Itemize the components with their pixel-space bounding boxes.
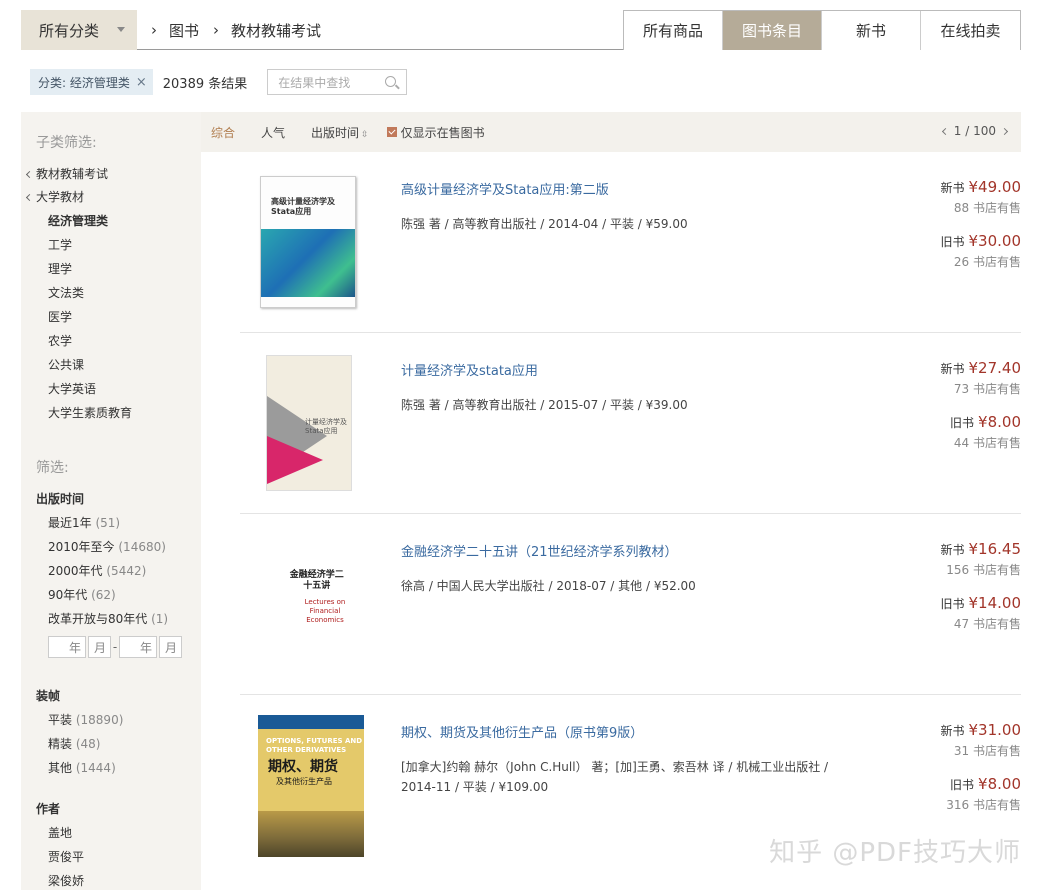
category-select[interactable]: 所有分类 bbox=[21, 10, 137, 50]
page-indicator: 1 / 100 bbox=[953, 124, 996, 138]
book-cover[interactable]: 高级计量经济学及Stata应用 bbox=[260, 176, 356, 308]
result-count: 20389 条结果 bbox=[162, 76, 248, 92]
used-price-block[interactable]: 旧书 ¥8.00 44 书店有售 bbox=[950, 413, 1021, 451]
checkbox-checked-icon bbox=[386, 127, 397, 137]
binding-option[interactable]: 精装 (48) bbox=[48, 735, 100, 752]
pager: 1 / 100 bbox=[937, 124, 1013, 138]
active-filter-row: 分类: 经济管理类 × 20389 条结果 在结果中查找 bbox=[30, 69, 408, 95]
sidebar-item-medicine[interactable]: 医学 bbox=[48, 308, 72, 325]
sort-popularity[interactable]: 人气 bbox=[261, 124, 285, 141]
used-price-block[interactable]: 旧书 ¥8.00 316 书店有售 bbox=[946, 775, 1021, 813]
close-icon[interactable]: × bbox=[136, 75, 147, 90]
end-month-input[interactable]: 月 bbox=[159, 636, 182, 658]
filter-chip[interactable]: 分类: 经济管理类 × bbox=[30, 69, 153, 95]
chevron-left-icon bbox=[25, 193, 34, 202]
used-price-block[interactable]: 旧书 ¥14.00 47 书店有售 bbox=[940, 594, 1021, 632]
start-month-input[interactable]: 月 bbox=[88, 636, 111, 658]
pub-time-group-title: 出版时间 bbox=[36, 492, 85, 506]
tab-all-goods[interactable]: 所有商品 bbox=[624, 11, 723, 50]
sort-bar: 综合 人气 出版时间 ⇳ 仅显示在售图书 1 / 100 bbox=[201, 112, 1021, 152]
chevron-right-icon: › bbox=[213, 21, 220, 39]
sidebar-item-engineering[interactable]: 工学 bbox=[48, 236, 72, 253]
book-meta: 陈强 著 / 高等教育出版社 / 2015-07 / 平装 / ¥39.00 bbox=[401, 398, 688, 412]
date-range-inputs: 年 月 - 年 月 bbox=[48, 636, 182, 658]
sidebar-item-agriculture[interactable]: 农学 bbox=[48, 332, 72, 349]
pub-time-option[interactable]: 最近1年 (51) bbox=[48, 514, 120, 531]
tab-book-entries[interactable]: 图书条目 bbox=[723, 11, 822, 50]
book-title-link[interactable]: 计量经济学及stata应用 bbox=[401, 360, 538, 379]
book-cover[interactable]: 计量经济学及Stata应用 bbox=[260, 355, 352, 491]
tab-online-auction[interactable]: 在线拍卖 bbox=[921, 11, 1020, 50]
chevron-right-icon: › bbox=[151, 21, 157, 39]
start-year-input[interactable]: 年 bbox=[48, 636, 86, 658]
product-item: 金融经济学二十五讲 Lectures on Financial Economics… bbox=[240, 514, 1021, 695]
product-item: 计量经济学及Stata应用 计量经济学及stata应用 陈强 著 / 高等教育出… bbox=[240, 333, 1021, 514]
search-icon[interactable] bbox=[385, 76, 397, 87]
new-price-block[interactable]: 新书 ¥31.00 31 书店有售 bbox=[940, 721, 1021, 759]
tab-new-books[interactable]: 新书 bbox=[822, 11, 921, 50]
next-page-icon[interactable] bbox=[1000, 127, 1009, 135]
book-meta: 徐高 / 中国人民大学出版社 / 2018-07 / 其他 / ¥52.00 bbox=[401, 579, 696, 593]
book-meta: [加拿大]约翰 赫尔（John C.Hull） 著；[加]王勇、索吾林 译 / … bbox=[401, 760, 829, 794]
binding-option[interactable]: 其他 (1444) bbox=[48, 759, 116, 776]
sidebar-parent-textbooks-exams[interactable]: 教材教辅考试 bbox=[25, 165, 108, 182]
book-cover[interactable]: OPTIONS, FUTURES AND OTHER DERIVATIVES 期权… bbox=[258, 715, 364, 857]
book-meta: 陈强 著 / 高等教育出版社 / 2014-04 / 平装 / ¥59.00 bbox=[401, 217, 688, 231]
filter-heading: 筛选: bbox=[36, 460, 69, 476]
sidebar-item-law[interactable]: 文法类 bbox=[48, 284, 84, 301]
sidebar-parent-university[interactable]: 大学教材 bbox=[25, 188, 84, 205]
pub-time-option[interactable]: 2010年至今 (14680) bbox=[48, 538, 166, 555]
breadcrumb-item-textbooks[interactable]: 教材教辅考试 bbox=[231, 20, 321, 41]
watermark: 知乎 @PDF技巧大师 bbox=[769, 838, 1021, 868]
new-price-block[interactable]: 新书 ¥27.40 73 书店有售 bbox=[940, 359, 1021, 397]
date-range-dash: - bbox=[112, 640, 118, 654]
top-nav-bar: 所有分类 › 图书 › 教材教辅考试 所有商品 图书条目 新书 在线拍卖 bbox=[21, 10, 1021, 50]
binding-group-title: 装帧 bbox=[36, 689, 61, 703]
product-item: 高级计量经济学及Stata应用 高级计量经济学及Stata应用:第二版 陈强 著… bbox=[240, 152, 1021, 333]
sidebar-item-economics[interactable]: 经济管理类 bbox=[48, 212, 108, 229]
binding-option[interactable]: 平装 (18890) bbox=[48, 711, 123, 728]
book-title-link[interactable]: 金融经济学二十五讲（21世纪经济学系列教材） bbox=[401, 541, 678, 560]
pub-time-option[interactable]: 改革开放与80年代 (1) bbox=[48, 610, 168, 627]
search-placeholder: 在结果中查找 bbox=[278, 75, 351, 90]
author-group-title: 作者 bbox=[36, 802, 61, 816]
search-in-results-input[interactable]: 在结果中查找 bbox=[267, 69, 408, 95]
end-year-input[interactable]: 年 bbox=[119, 636, 157, 658]
author-option[interactable]: 贾俊平 bbox=[48, 848, 84, 865]
caret-down-icon bbox=[117, 27, 125, 32]
author-option[interactable]: 盖地 bbox=[48, 824, 72, 841]
sidebar-item-college-english[interactable]: 大学英语 bbox=[48, 380, 96, 397]
sort-comprehensive[interactable]: 综合 bbox=[211, 124, 235, 141]
category-select-label: 所有分类 bbox=[39, 21, 100, 40]
breadcrumb-item-books[interactable]: 图书 bbox=[169, 20, 199, 41]
filter-chip-label: 分类: 经济管理类 bbox=[38, 75, 130, 90]
sidebar-item-public-course[interactable]: 公共课 bbox=[48, 356, 84, 373]
breadcrumb: › 图书 › 教材教辅考试 bbox=[147, 10, 331, 50]
sort-updown-icon: ⇳ bbox=[361, 129, 369, 140]
sidebar-item-quality-education[interactable]: 大学生素质教育 bbox=[48, 404, 132, 421]
book-title-link[interactable]: 高级计量经济学及Stata应用:第二版 bbox=[401, 179, 609, 198]
used-price-block[interactable]: 旧书 ¥30.00 26 书店有售 bbox=[940, 232, 1021, 270]
book-cover[interactable]: 金融经济学二十五讲 Lectures on Financial Economics bbox=[260, 540, 360, 670]
scope-tabs: 所有商品 图书条目 新书 在线拍卖 bbox=[623, 10, 1021, 50]
new-price-block[interactable]: 新书 ¥49.00 88 书店有售 bbox=[940, 178, 1021, 216]
prev-page-icon[interactable] bbox=[941, 127, 949, 135]
new-price-block[interactable]: 新书 ¥16.45 156 书店有售 bbox=[940, 540, 1021, 578]
subcategory-heading: 子类筛选: bbox=[36, 135, 97, 151]
sidebar: 子类筛选: 教材教辅考试 大学教材 经济管理类 工学 理学 文法类 医学 农学 … bbox=[21, 112, 201, 890]
sidebar-item-science[interactable]: 理学 bbox=[48, 260, 72, 277]
chevron-left-icon bbox=[25, 170, 34, 179]
pub-time-option[interactable]: 90年代 (62) bbox=[48, 586, 116, 603]
book-title-link[interactable]: 期权、期货及其他衍生产品（原书第9版） bbox=[401, 722, 643, 741]
pub-time-option[interactable]: 2000年代 (5442) bbox=[48, 562, 146, 579]
author-option[interactable]: 梁俊娇 bbox=[48, 872, 84, 889]
in-stock-checkbox[interactable]: 仅显示在售图书 bbox=[386, 124, 485, 141]
sort-pub-time[interactable]: 出版时间 ⇳ bbox=[311, 124, 369, 141]
